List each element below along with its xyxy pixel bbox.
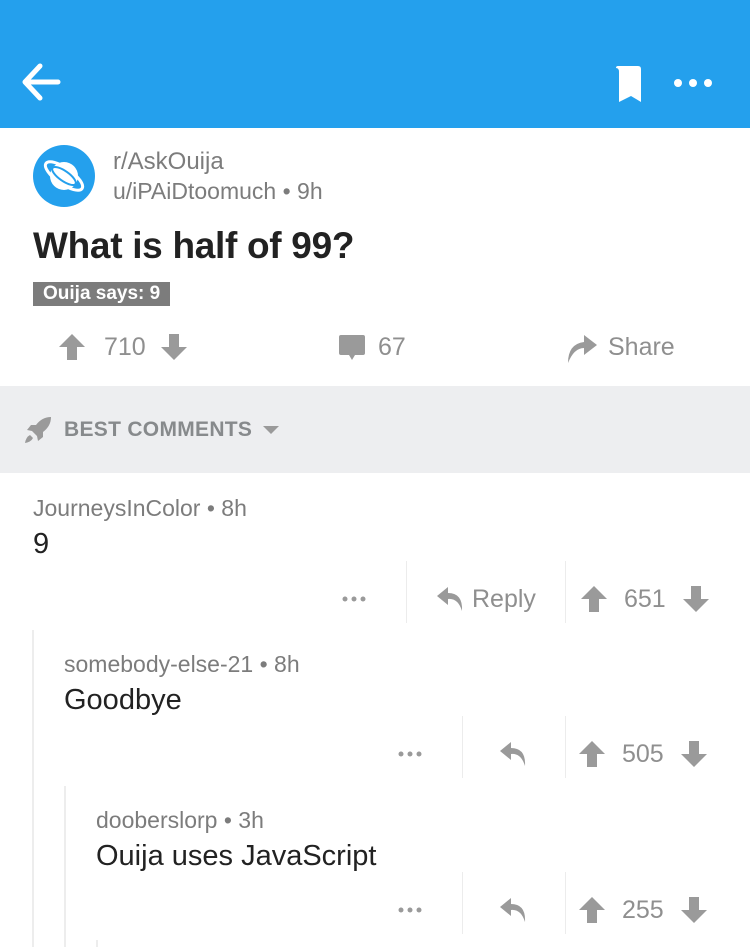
post-author-time[interactable]: u/iPAiDtoomuch • 9h: [113, 178, 323, 205]
comment-vote-group: 651: [580, 575, 710, 623]
comment: JourneysInColor • 8h 9: [33, 495, 247, 561]
divider: [565, 872, 566, 934]
comment-body: Ouija uses JavaScript: [96, 840, 377, 872]
comment-score: 505: [622, 739, 664, 768]
post-score: 710: [104, 332, 146, 361]
reply-arrow-icon: [437, 587, 463, 611]
comment-score: 651: [624, 584, 666, 613]
divider: [565, 561, 566, 623]
downvote-button[interactable]: [680, 739, 708, 769]
subreddit-avatar[interactable]: [33, 145, 95, 207]
back-button[interactable]: [20, 62, 62, 102]
share-button[interactable]: Share: [566, 318, 675, 376]
upvote-arrow-icon: [579, 741, 605, 767]
upvote-button[interactable]: [578, 895, 606, 925]
share-label: Share: [608, 332, 675, 361]
upvote-button[interactable]: [58, 332, 86, 362]
reply-arrow-icon: [500, 898, 526, 922]
comment-more-button[interactable]: [380, 730, 440, 778]
post-actions-bar: 710 67 Share: [0, 318, 750, 376]
upvote-button[interactable]: [580, 584, 608, 614]
upvote-arrow-icon: [59, 334, 85, 360]
reply-button[interactable]: [499, 730, 527, 778]
reply-button[interactable]: Reply: [436, 575, 536, 623]
comment-bubble-icon: [339, 335, 365, 360]
more-options-button[interactable]: [672, 72, 716, 94]
comment-more-button[interactable]: [324, 575, 384, 623]
comments-button[interactable]: 67: [338, 318, 406, 376]
more-horizontal-icon: [398, 907, 422, 913]
downvote-arrow-icon: [682, 586, 709, 612]
post-flair: Ouija says: 9: [33, 282, 171, 306]
comment-body: Goodbye: [64, 684, 182, 716]
downvote-button[interactable]: [682, 584, 710, 614]
comment-count: 67: [378, 332, 406, 361]
comment-body: 9: [33, 528, 50, 560]
downvote-arrow-icon: [680, 897, 707, 923]
comment-score: 255: [622, 895, 664, 924]
comment-actions: 505: [0, 716, 750, 778]
reply-button[interactable]: [499, 886, 527, 934]
rocket-icon: [25, 416, 51, 443]
share-arrow-icon: [568, 335, 597, 363]
comment-vote-group: 255: [578, 886, 708, 934]
arrow-left-icon: [22, 63, 61, 101]
divider: [406, 561, 407, 623]
bookmark-icon: [616, 66, 641, 102]
more-horizontal-icon: [398, 751, 422, 757]
downvote-arrow-icon: [680, 741, 707, 767]
comment-author-time[interactable]: somebody-else-21 • 8h: [64, 651, 300, 678]
comment-actions: Reply 651: [0, 561, 750, 623]
post-vote-group: 710: [58, 318, 188, 376]
reply-arrow-icon: [500, 742, 526, 766]
comment: somebody-else-21 • 8h Goodbye: [64, 651, 300, 717]
comment-sort-dropdown[interactable]: BEST COMMENTS: [24, 386, 280, 473]
comment-vote-group: 505: [578, 730, 708, 778]
comment: dooberslorp • 3h Ouija uses JavaScript: [96, 807, 376, 873]
thread-line-level-3[interactable]: [96, 940, 98, 947]
more-horizontal-icon: [674, 79, 712, 87]
save-post-button[interactable]: [613, 66, 643, 102]
downvote-button[interactable]: [680, 895, 708, 925]
downvote-arrow-icon: [160, 334, 187, 360]
caret-down-icon: [263, 425, 280, 434]
subreddit-name[interactable]: r/AskOuija: [113, 148, 224, 176]
divider: [462, 872, 463, 934]
upvote-arrow-icon: [579, 897, 605, 923]
comment-sort-bar: BEST COMMENTS: [0, 386, 750, 473]
divider: [462, 716, 463, 778]
divider: [565, 716, 566, 778]
planet-icon: [43, 160, 85, 192]
reply-label: Reply: [472, 584, 536, 613]
more-horizontal-icon: [342, 596, 366, 602]
comment-author-time[interactable]: JourneysInColor • 8h: [33, 495, 247, 522]
sort-label: BEST COMMENTS: [64, 417, 253, 441]
downvote-button[interactable]: [160, 332, 188, 362]
comment-author-time[interactable]: dooberslorp • 3h: [96, 807, 376, 834]
comment-actions: 255: [0, 872, 750, 934]
upvote-arrow-icon: [581, 586, 607, 612]
comment-more-button[interactable]: [380, 886, 440, 934]
upvote-button[interactable]: [578, 739, 606, 769]
post-title: What is half of 99?: [33, 225, 355, 266]
top-app-bar: [0, 0, 750, 128]
